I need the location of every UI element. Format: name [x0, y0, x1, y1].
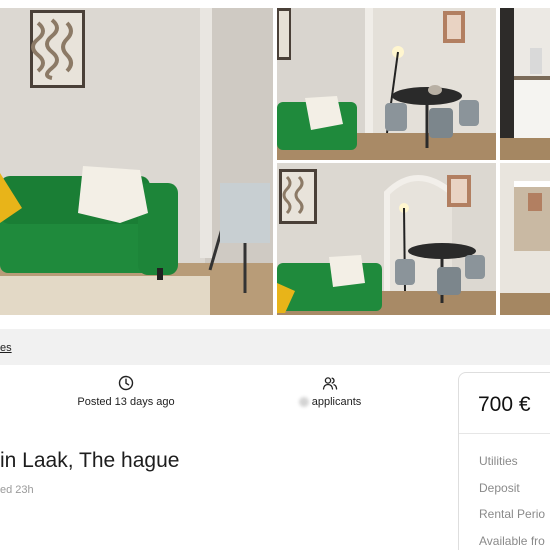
detail-rental-period: Rental Perio: [479, 507, 546, 521]
clock-icon: [118, 375, 134, 391]
detail-utilities: Utilities: [479, 454, 518, 468]
photo-main[interactable]: [0, 8, 273, 315]
tab-bar: es: [0, 329, 550, 365]
photo-dining-area[interactable]: [277, 8, 496, 160]
photo-kitchen[interactable]: [500, 8, 550, 160]
detail-available-from: Available fro: [479, 534, 545, 548]
photo-arch-dining[interactable]: [277, 163, 496, 315]
users-icon: [322, 377, 338, 390]
photo-kitchen-doorway[interactable]: [500, 163, 550, 315]
photo-gallery: [0, 0, 550, 323]
listing-subtitle: ed 23h: [0, 484, 34, 496]
posted-stat: Posted 13 days ago: [70, 375, 182, 408]
price-value: 700 €: [478, 393, 531, 416]
card-divider: [459, 433, 550, 434]
blurred-count: [298, 397, 309, 408]
applicants-stat: applicants: [280, 375, 380, 408]
listing-title: in Laak, The hague: [0, 449, 180, 472]
posted-label: Posted 13 days ago: [77, 396, 175, 408]
tab-link[interactable]: es: [0, 342, 12, 354]
price-card: 700 € Utilities Deposit Rental Perio Ava…: [458, 372, 550, 550]
detail-deposit: Deposit: [479, 481, 520, 495]
applicants-label: applicants: [311, 396, 362, 408]
